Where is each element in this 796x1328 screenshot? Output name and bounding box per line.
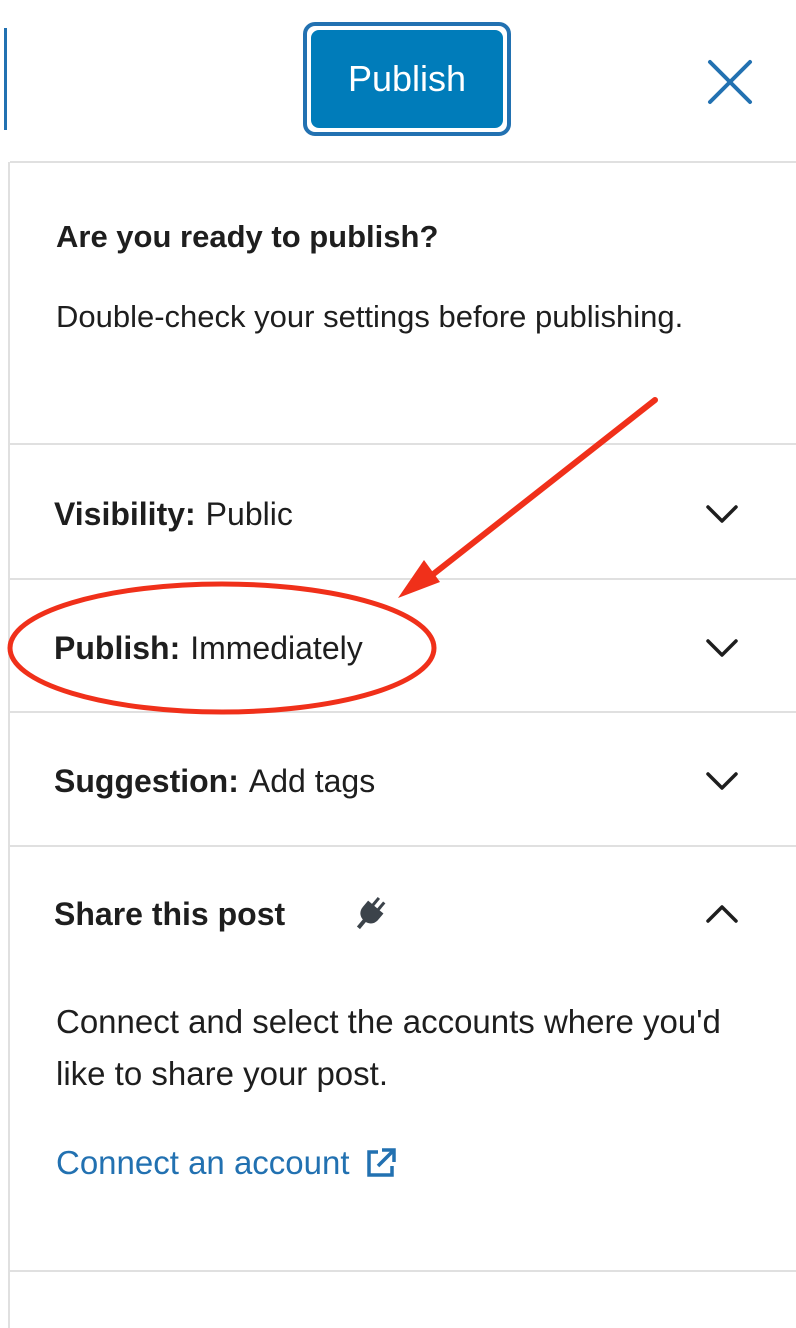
publish-date-panel-toggle[interactable]: Publish: Immediately [10,582,796,714]
panel-value: Add tags [248,762,376,799]
intro-description: Double-check your settings before publis… [56,299,684,334]
panel-key: Visibility: [54,495,196,532]
panel-key: Publish: [54,629,181,666]
external-link-icon [366,1148,396,1177]
connect-account-link[interactable]: Connect an account [56,1144,398,1182]
panel-value: Immediately [190,629,363,666]
divider [10,1270,796,1272]
header-divider [10,161,796,163]
prepublish-intro: Are you ready to publish? Double-check y… [56,214,756,344]
plug-icon [356,896,386,930]
panel-value: Public [205,495,293,532]
publish-button-label: Publish [311,30,503,128]
suggestion-panel-toggle[interactable]: Suggestion: Add tags [10,715,796,847]
intro-title: Are you ready to publish? [56,219,439,254]
visibility-panel-toggle[interactable]: Visibility: Public [10,448,796,580]
publish-button[interactable]: Publish [303,22,511,136]
publish-panel-header: Publish [0,0,796,162]
divider [10,711,796,713]
divider [10,443,796,445]
connect-account-label: Connect an account [56,1144,350,1181]
divider [10,578,796,580]
close-icon[interactable] [700,52,760,112]
chevron-down-icon [706,505,738,523]
divider [10,845,796,847]
chevron-up-icon[interactable] [702,894,742,934]
share-description: Connect and select the accounts where yo… [56,1003,721,1092]
panel-key: Suggestion: [54,762,239,799]
share-post-panel: Share this post Connect and select the a… [10,848,796,1270]
share-panel-title: Share this post [54,895,286,932]
chevron-down-icon [706,772,738,790]
chevron-down-icon [706,639,738,657]
